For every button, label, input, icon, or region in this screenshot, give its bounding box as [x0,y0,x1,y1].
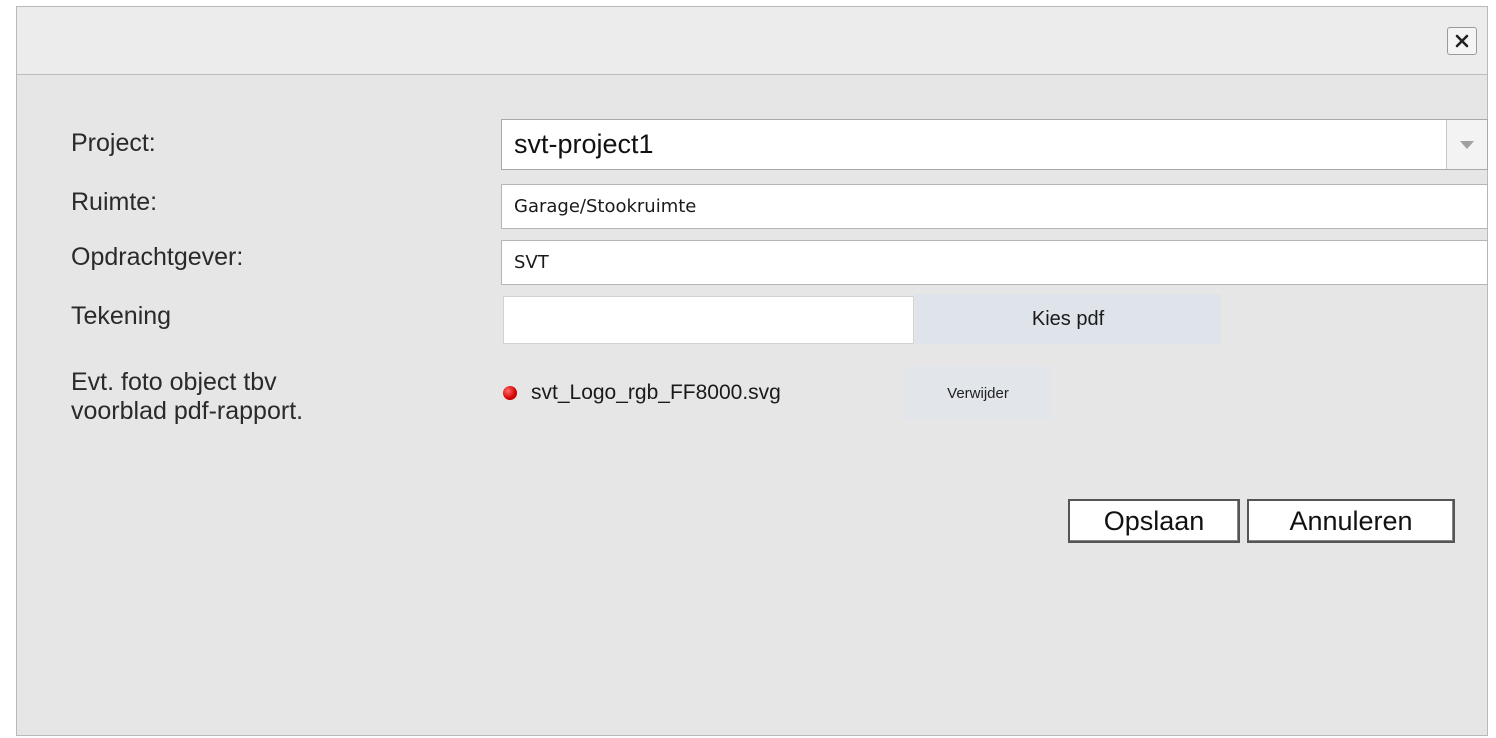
project-label: Project: [71,129,156,157]
tekening-label: Tekening [71,302,172,330]
dialog-titlebar [17,7,1487,75]
foto-label: Evt. foto object tbv voorblad pdf-rappor… [71,368,303,426]
choose-pdf-button[interactable]: Kies pdf [915,294,1221,344]
dropdown-toggle[interactable] [1446,120,1487,169]
save-button[interactable]: Opslaan [1068,499,1240,543]
uploaded-file: svt_Logo_rgb_FF8000.svg [503,375,781,411]
ruimte-input[interactable] [501,184,1488,229]
chevron-down-icon [1460,140,1474,149]
status-dot-icon [503,386,517,400]
tekening-file-field[interactable] [503,296,914,344]
opdrachtgever-label: Opdrachtgever: [71,243,244,271]
remove-file-button[interactable]: Verwijder [905,366,1051,420]
foto-label-line1: Evt. foto object tbv [71,368,277,396]
project-select[interactable]: svt-project1 [501,119,1488,170]
opdrachtgever-input[interactable] [501,240,1488,285]
close-button[interactable] [1447,27,1477,55]
close-icon [1455,34,1469,48]
project-dialog: Project: svt-project1 Ruimte: Opdrachtge… [16,6,1488,736]
project-select-value: svt-project1 [514,129,654,159]
cancel-button[interactable]: Annuleren [1247,499,1455,543]
ruimte-label: Ruimte: [71,188,158,216]
foto-label-line2: voorblad pdf-rapport. [71,397,304,425]
file-name: svt_Logo_rgb_FF8000.svg [531,381,781,404]
